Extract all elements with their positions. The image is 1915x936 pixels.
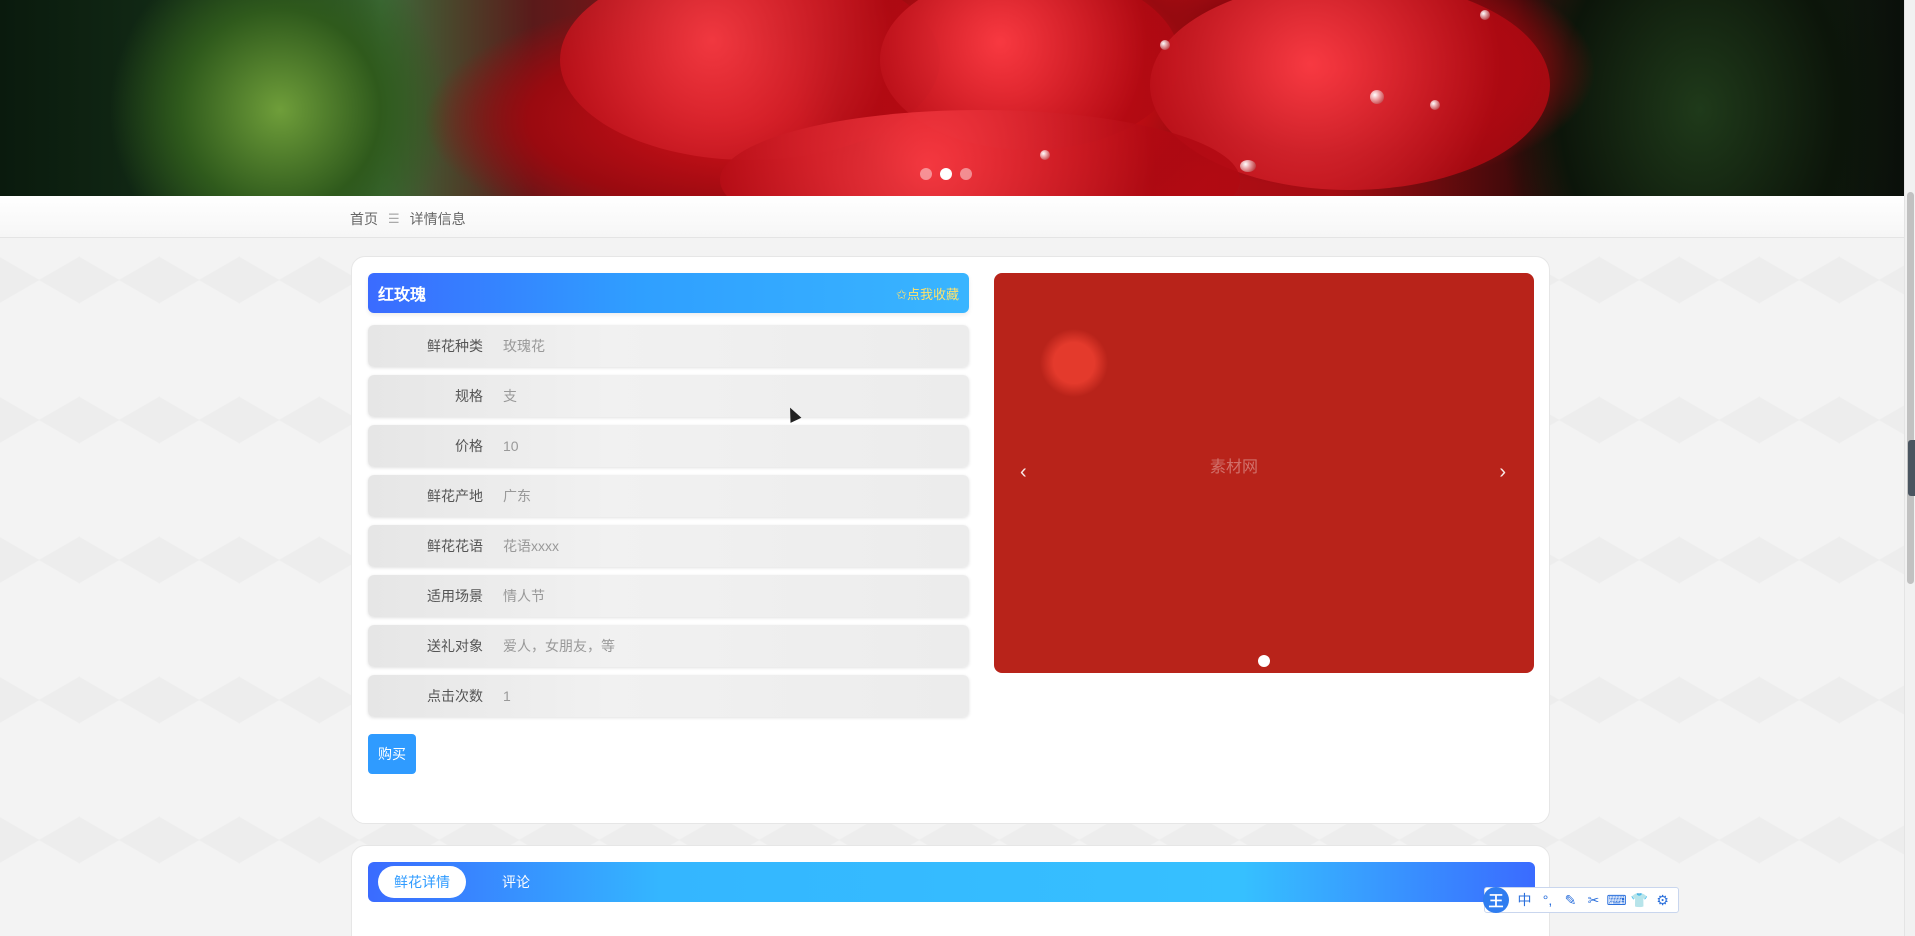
ime-skin-icon[interactable]: 👕 — [1628, 892, 1651, 909]
breadcrumb-bar: 首页 ☰ 详情信息 — [0, 196, 1904, 238]
breadcrumb: 首页 ☰ 详情信息 — [350, 209, 466, 229]
tab-comments[interactable]: 评论 — [486, 866, 546, 898]
field-label: 规格 — [455, 388, 483, 404]
field-label: 价格 — [455, 438, 483, 454]
field-value: 1 — [503, 688, 511, 704]
detail-tabs-card: 鲜花详情 评论 — [351, 845, 1550, 936]
field-row: 鲜花种类 玫瑰花 — [368, 325, 969, 367]
carousel-next-icon[interactable]: › — [1499, 461, 1506, 484]
image-watermark: 素材网 — [1210, 459, 1259, 476]
carousel-dot[interactable] — [1258, 655, 1270, 667]
field-value: 支 — [503, 388, 517, 404]
tab-bar: 鲜花详情 评论 — [368, 862, 1535, 902]
field-row: 鲜花产地 广东 — [368, 475, 969, 517]
field-label: 点击次数 — [427, 688, 483, 704]
breadcrumb-home[interactable]: 首页 — [350, 209, 378, 229]
ime-chinese-mode-button[interactable]: 中 — [1513, 890, 1536, 910]
side-float-tab[interactable] — [1908, 440, 1915, 496]
field-label: 适用场景 — [427, 588, 483, 604]
field-value: 情人节 — [503, 588, 545, 604]
field-value: 广东 — [503, 488, 531, 504]
field-value: 玫瑰花 — [503, 338, 545, 354]
ime-settings-icon[interactable]: ⚙ — [1651, 892, 1674, 909]
product-fields: 鲜花种类 玫瑰花 规格 支 价格 10 鲜花产地 广东 鲜花花语 花语xxxx … — [368, 325, 969, 725]
breadcrumb-current: 详情信息 — [409, 211, 466, 227]
field-row: 点击次数 1 — [368, 675, 969, 717]
scrollbar-thumb[interactable] — [1907, 192, 1914, 584]
product-title-bar: 红玫瑰 ✩点我收藏 — [368, 273, 969, 313]
field-value: 花语xxxx — [503, 538, 559, 554]
field-row: 规格 支 — [368, 375, 969, 417]
banner-pagination — [920, 168, 972, 180]
field-row: 送礼对象 爱人，女朋友，等 — [368, 625, 969, 667]
product-title: 红玫瑰 — [378, 287, 427, 304]
banner-dot[interactable] — [920, 168, 932, 180]
field-label: 鲜花花语 — [427, 538, 483, 554]
ime-logo-icon[interactable]: 王 — [1483, 887, 1509, 913]
ime-toolbar: 王 中 °, ✎ ✂ ⌨ 👕 ⚙ — [1483, 887, 1679, 913]
field-label: 送礼对象 — [427, 638, 483, 654]
field-value: 爱人，女朋友，等 — [503, 638, 615, 654]
banner-dot[interactable] — [960, 168, 972, 180]
field-label: 鲜花产地 — [427, 488, 483, 504]
buy-button[interactable]: 购买 — [368, 734, 416, 774]
ime-keyboard-icon[interactable]: ⌨ — [1605, 892, 1628, 909]
carousel-prev-icon[interactable]: ‹ — [1020, 461, 1027, 484]
ime-scissors-icon[interactable]: ✂ — [1582, 892, 1605, 909]
field-value: 10 — [503, 438, 519, 454]
tab-flower-details[interactable]: 鲜花详情 — [378, 866, 466, 898]
hero-banner — [0, 0, 1904, 196]
favorite-button[interactable]: ✩点我收藏 — [896, 284, 959, 303]
product-detail-card: 红玫瑰 ✩点我收藏 鲜花种类 玫瑰花 规格 支 价格 10 鲜花产地 广东 鲜花… — [351, 256, 1550, 824]
breadcrumb-separator-icon: ☰ — [388, 211, 400, 226]
banner-dot-active[interactable] — [940, 168, 952, 180]
ime-punctuation-icon[interactable]: °, — [1536, 892, 1559, 908]
field-row: 价格 10 — [368, 425, 969, 467]
product-image-carousel: 素材网 ‹ › — [994, 273, 1534, 673]
ime-handwrite-icon[interactable]: ✎ — [1559, 892, 1582, 909]
field-row: 适用场景 情人节 — [368, 575, 969, 617]
field-label: 鲜花种类 — [427, 338, 483, 354]
field-row: 鲜花花语 花语xxxx — [368, 525, 969, 567]
